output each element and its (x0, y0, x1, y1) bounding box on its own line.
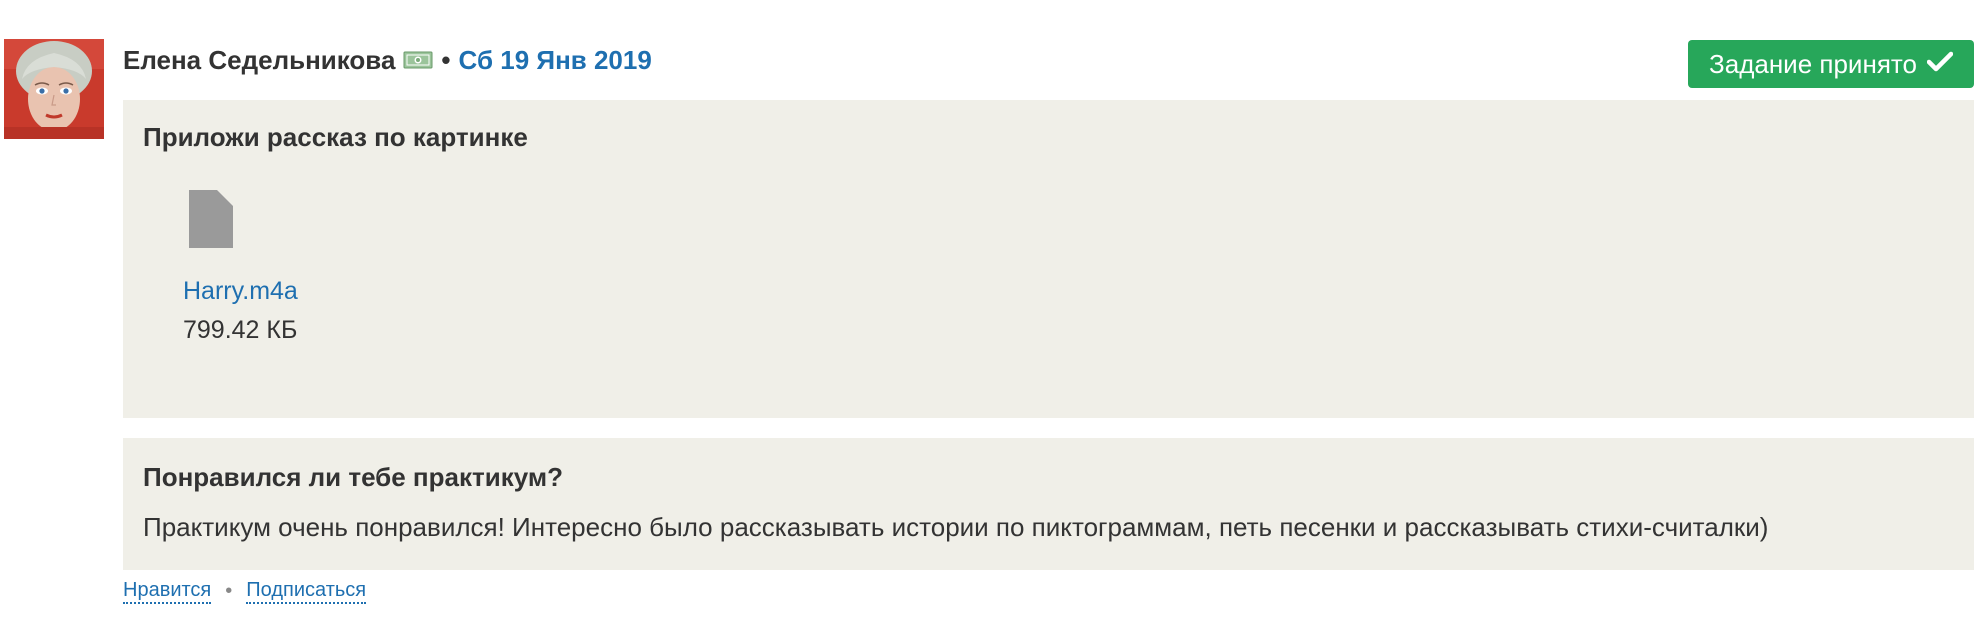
author-name[interactable]: Елена Седельникова (123, 45, 395, 76)
money-icon (403, 50, 433, 70)
post-actions: Нравится • Подписаться (123, 578, 367, 604)
file-icon[interactable] (189, 190, 383, 253)
avatar[interactable] (4, 39, 104, 139)
file-name-link[interactable]: Harry.m4a (183, 277, 383, 306)
post-header: Елена Седельникова • Сб 19 Янв 2019 (123, 38, 652, 82)
check-icon (1926, 49, 1954, 80)
task-title: Приложи рассказ по картинке (143, 122, 528, 152)
status-badge[interactable]: Задание принято (1688, 40, 1974, 88)
attachment: Harry.m4a 799.42 КБ (183, 190, 383, 345)
post-date-link[interactable]: Сб 19 Янв 2019 (459, 45, 652, 76)
file-size: 799.42 КБ (183, 316, 298, 344)
feedback-question: Понравился ли тебе практикум? (143, 462, 563, 492)
feedback-answer: Практикум очень понравился! Интересно бы… (143, 512, 1769, 542)
actions-separator: • (225, 579, 233, 602)
task-panel: Приложи рассказ по картинке Harry.m4a 79… (123, 100, 1974, 418)
like-link[interactable]: Нравится (123, 578, 212, 604)
subscribe-link[interactable]: Подписаться (246, 578, 367, 604)
status-label: Задание принято (1709, 48, 1917, 79)
feedback-panel: Понравился ли тебе практикум? Практикум … (123, 438, 1974, 570)
header-separator: • (441, 44, 451, 75)
